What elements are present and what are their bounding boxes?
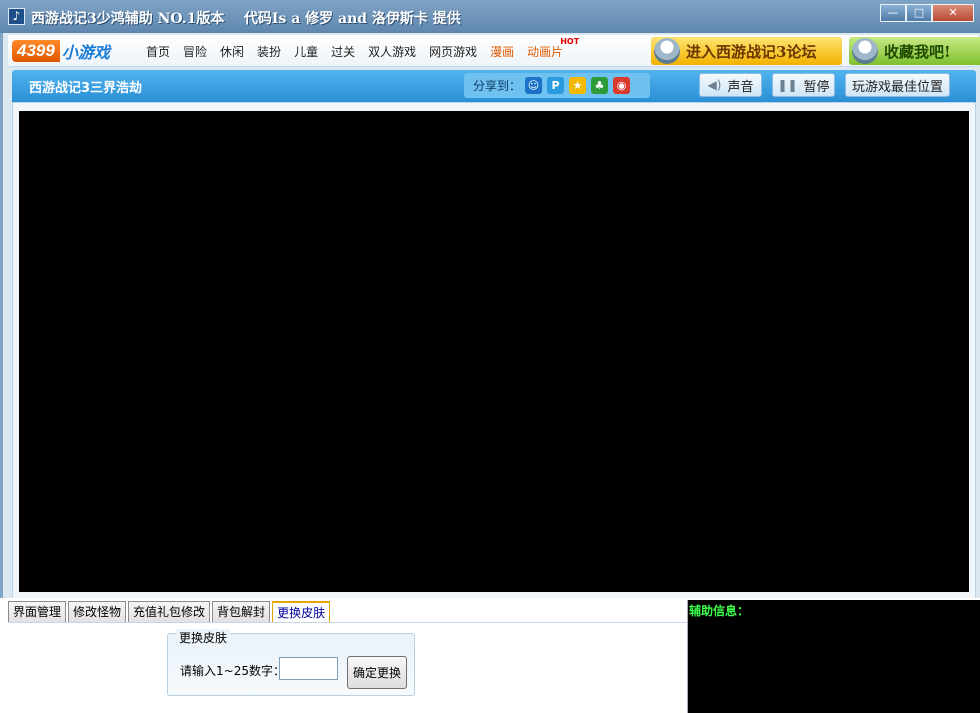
game-canvas[interactable]	[19, 111, 969, 592]
speaker-icon: ◀)	[707, 78, 722, 92]
forum-banner-text: 进入西游战记3论坛	[686, 42, 817, 61]
minimize-button[interactable]: —	[880, 4, 906, 22]
site-logo[interactable]: 4399 小游戏	[12, 39, 110, 63]
qq-icon[interactable]: ☺	[525, 77, 543, 94]
nav-item-home[interactable]: 首页	[146, 43, 170, 60]
nav-item-cartoons-label: 动画片	[527, 44, 564, 59]
forum-banner[interactable]: 进入西游战记3论坛	[651, 37, 842, 65]
pause-button[interactable]: ❚❚ 暂停	[772, 73, 835, 97]
logo-text: 小游戏	[61, 43, 110, 62]
nav-item-casual[interactable]: 休闲	[220, 43, 244, 60]
app-icon: ♪	[8, 8, 25, 25]
pause-label: 暂停	[803, 79, 830, 95]
character-portrait-icon	[852, 38, 878, 64]
tab-ui-manage[interactable]: 界面管理	[8, 601, 67, 622]
confirm-change-button[interactable]: 确定更换	[347, 656, 407, 689]
weibo-icon[interactable]: ◉	[613, 77, 631, 94]
tab-change-skin[interactable]: 更换皮肤	[272, 601, 331, 623]
nav-menu: 首页 冒险 休闲 装扮 儿童 过关 双人游戏 网页游戏 漫画 动画片 HOT	[146, 35, 579, 67]
share-label: 分享到：	[473, 79, 522, 93]
hot-badge: HOT	[560, 36, 580, 46]
character-portrait-icon	[654, 38, 680, 64]
nav-item-levels[interactable]: 过关	[331, 43, 355, 60]
tab-bag-unlock[interactable]: 背包解封	[212, 601, 271, 622]
game-header-bar: 西游战记3三界浩劫 分享到： ☺ P ★ ♣ ◉ ◀) 声音 ❚❚ 暂停 玩游戏…	[12, 70, 976, 102]
skin-group-title: 更换皮肤	[176, 629, 231, 646]
clover-icon[interactable]: ♣	[591, 77, 609, 94]
qzone-icon[interactable]: P	[547, 77, 565, 94]
site-nav-bar: 4399 小游戏 首页 冒险 休闲 装扮 儿童 过关 双人游戏 网页游戏 漫画 …	[8, 35, 980, 67]
skin-number-input[interactable]	[279, 657, 338, 680]
skin-number-label: 请输入1~25数字：	[180, 664, 285, 678]
window-controls: — □ ✕	[880, 4, 974, 22]
tool-tabs: 界面管理 修改怪物 充值礼包修改 背包解封 更换皮肤	[8, 601, 332, 623]
star-icon[interactable]: ★	[569, 77, 587, 94]
share-bar: 分享到： ☺ P ★ ♣ ◉	[464, 73, 650, 98]
favorite-banner-text: 收藏我吧!	[884, 42, 951, 61]
game-title: 西游战记3三界浩劫	[29, 81, 143, 96]
window-title-bar: ♪ 西游战记3少鸿辅助 NO.1版本 代码Is a 修罗 and 洛伊斯卡 提供…	[0, 0, 980, 33]
nav-item-kids[interactable]: 儿童	[294, 43, 318, 60]
pause-icon: ❚❚	[777, 78, 798, 92]
helper-info-label: 辅助信息：	[689, 604, 750, 618]
tab-recharge-gift[interactable]: 充值礼包修改	[128, 601, 211, 622]
logo-number: 4399	[12, 40, 60, 62]
sound-label: 声音	[727, 79, 754, 95]
nav-item-comics[interactable]: 漫画	[490, 43, 514, 60]
tab-modify-monster[interactable]: 修改怪物	[68, 601, 127, 622]
nav-item-cartoons[interactable]: 动画片 HOT	[527, 37, 579, 60]
window-title: 西游战记3少鸿辅助 NO.1版本 代码Is a 修罗 and 洛伊斯卡 提供	[31, 11, 461, 27]
maximize-button[interactable]: □	[906, 4, 932, 22]
close-button[interactable]: ✕	[932, 4, 974, 22]
nav-item-adventure[interactable]: 冒险	[183, 43, 207, 60]
nav-item-dressup[interactable]: 装扮	[257, 43, 281, 60]
sound-button[interactable]: ◀) 声音	[699, 73, 762, 97]
nav-item-two-player[interactable]: 双人游戏	[368, 43, 416, 60]
nav-item-web-games[interactable]: 网页游戏	[429, 43, 477, 60]
favorite-banner[interactable]: 收藏我吧!	[849, 37, 980, 65]
best-position-button[interactable]: 玩游戏最佳位置	[845, 73, 950, 97]
